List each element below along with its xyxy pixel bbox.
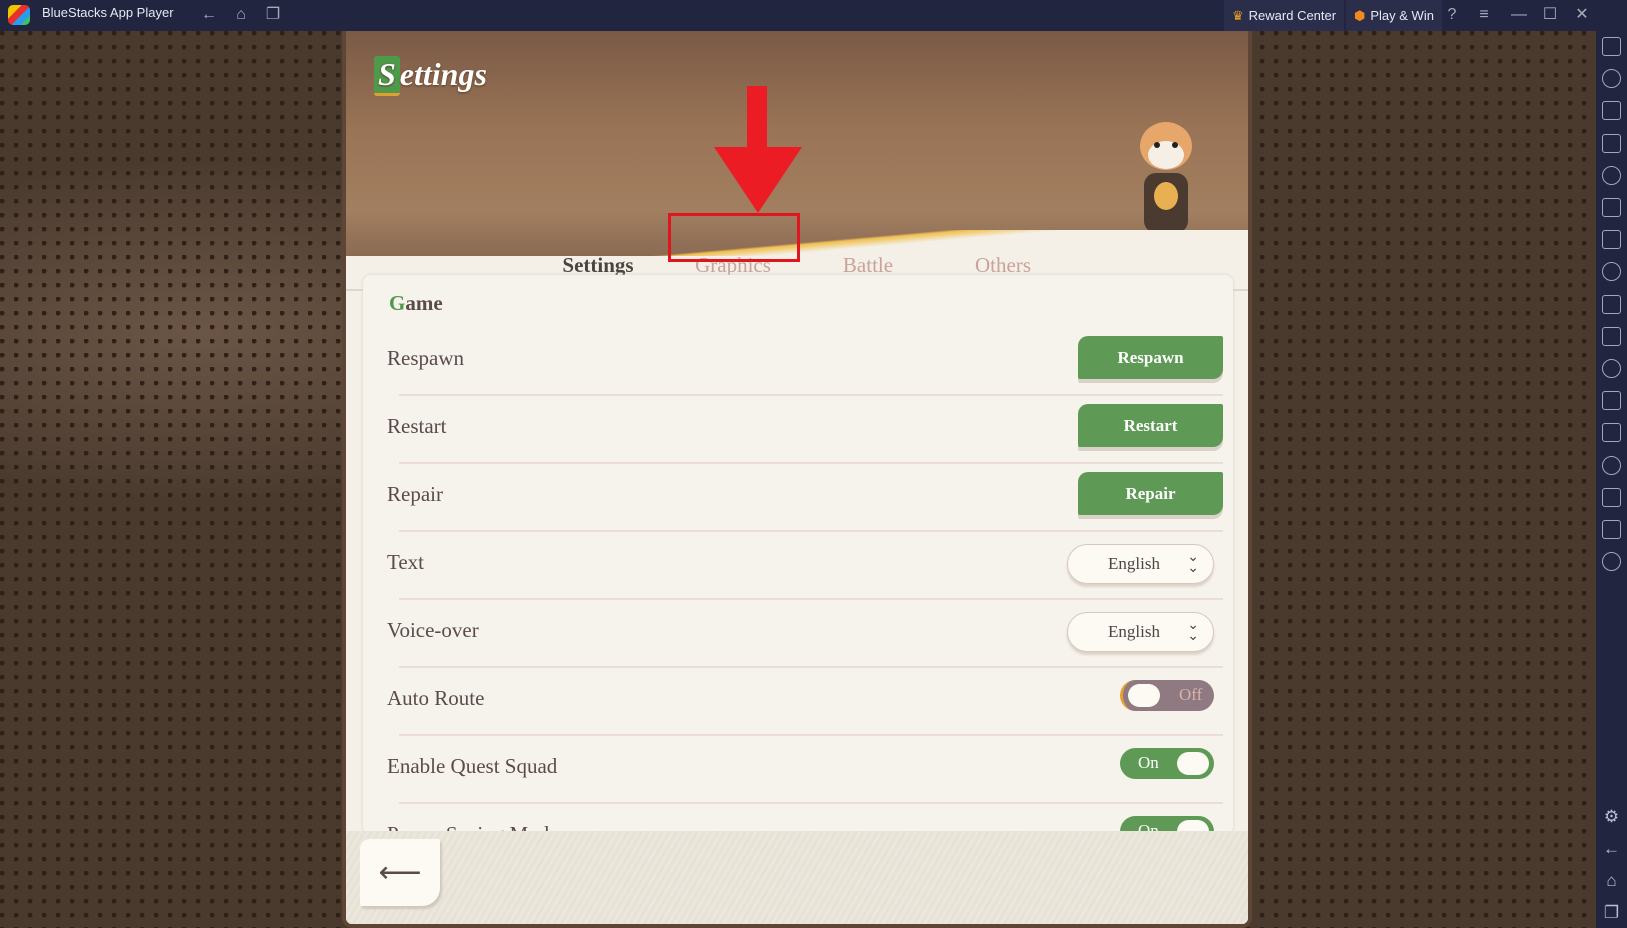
row-label: Text xyxy=(387,550,425,574)
screenshot-icon[interactable] xyxy=(1602,294,1621,314)
row-label: Respawn xyxy=(387,346,464,370)
settings-icon[interactable]: ⚙ xyxy=(1602,807,1621,826)
red-arrow-head-icon xyxy=(714,147,802,213)
recent-apps-icon[interactable]: ❐ xyxy=(1602,903,1621,922)
back-icon[interactable]: ← xyxy=(1602,839,1621,858)
media-folder-icon[interactable] xyxy=(1602,359,1621,378)
shake-icon[interactable] xyxy=(1602,455,1621,475)
macro-icon[interactable] xyxy=(1602,165,1621,185)
respawn-button[interactable]: Respawn xyxy=(1078,336,1223,379)
title-rest: ettings xyxy=(399,56,487,92)
row-label: Auto Route xyxy=(387,686,485,710)
setting-row-repair: Repair Repair xyxy=(363,464,1233,532)
setting-row-quest-squad: Enable Quest Squad On xyxy=(363,736,1233,804)
setting-row-auto-route: Auto Route Off xyxy=(363,668,1233,736)
play-win-button[interactable]: ⬢ Play & Win xyxy=(1346,0,1442,31)
rotate-sync-icon[interactable] xyxy=(1602,198,1621,217)
voice-over-dropdown[interactable]: English ⌄ ⌄ xyxy=(1067,612,1214,652)
double-chevron-down-icon: ⌄ ⌄ xyxy=(1187,550,1199,576)
section-first-letter: G xyxy=(389,291,406,315)
reward-center-button[interactable]: ♛ Reward Center xyxy=(1224,0,1345,31)
dropdown-value: English xyxy=(1108,622,1160,641)
dropdown-value: English xyxy=(1108,554,1160,573)
reward-center-label: Reward Center xyxy=(1248,8,1337,23)
text-language-dropdown[interactable]: English ⌄ ⌄ xyxy=(1067,544,1214,584)
record-icon[interactable] xyxy=(1602,326,1621,346)
multi-instance-icon[interactable] xyxy=(1602,423,1621,443)
pointer-icon[interactable] xyxy=(1602,101,1621,121)
game-settings-card: Game Respawn Respawn Restart Restart Repai… xyxy=(363,275,1233,835)
section-title: Game xyxy=(389,291,443,316)
bot-icon[interactable] xyxy=(1602,230,1621,250)
fullscreen-icon[interactable] xyxy=(1602,37,1621,56)
row-label: Enable Quest Squad xyxy=(387,754,558,778)
toggle-knob xyxy=(1177,752,1209,775)
location-icon[interactable] xyxy=(1602,487,1621,507)
settings-panel: Settings Settings Graphics Battle Others… xyxy=(342,31,1252,928)
app-title: BlueStacks App Player xyxy=(42,5,174,20)
double-chevron-down-icon: ⌄ ⌄ xyxy=(1187,618,1199,644)
close-icon[interactable]: ✕ xyxy=(1573,6,1591,24)
row-label: Repair xyxy=(387,482,443,506)
setting-row-restart: Restart Restart xyxy=(363,396,1233,464)
help-icon[interactable]: ? xyxy=(1443,6,1461,24)
volume-icon[interactable] xyxy=(1602,69,1621,89)
title-first-letter: S xyxy=(374,56,400,96)
bottom-bar: ⟵ xyxy=(346,831,1248,924)
keyboard-icon[interactable] xyxy=(1602,133,1621,153)
settings-title: Settings xyxy=(374,56,487,96)
home-icon[interactable]: ⌂ xyxy=(1602,871,1621,890)
home-icon[interactable]: ⌂ xyxy=(232,6,250,24)
menu-icon[interactable]: ≡ xyxy=(1475,6,1493,24)
title-bar: BlueStacks App Player ← ⌂ ❐ ♛ Reward Cent… xyxy=(0,0,1627,31)
hamster-mascot-icon xyxy=(1140,122,1192,233)
toggle-state: Off xyxy=(1179,685,1203,704)
back-arrow-icon: ⟵ xyxy=(378,856,422,889)
apk-install-icon[interactable] xyxy=(1602,262,1621,282)
restart-button[interactable]: Restart xyxy=(1078,404,1223,447)
quest-squad-toggle[interactable]: On xyxy=(1120,748,1214,779)
red-arrow-icon xyxy=(747,86,767,148)
play-win-label: Play & Win xyxy=(1370,8,1434,23)
toggle-state: On xyxy=(1138,753,1159,772)
row-label: Restart xyxy=(387,414,447,438)
layers-icon[interactable] xyxy=(1602,520,1621,539)
setting-row-voice-over: Voice-over English ⌄ ⌄ xyxy=(363,600,1233,668)
multi-window-icon[interactable]: ❐ xyxy=(264,6,282,24)
repair-button[interactable]: Repair xyxy=(1078,472,1223,515)
toggle-knob xyxy=(1128,684,1160,707)
crown-icon: ♛ xyxy=(1232,7,1244,23)
airplane-icon[interactable] xyxy=(1602,391,1621,411)
section-rest: ame xyxy=(405,291,443,315)
highlight-box xyxy=(668,213,800,262)
row-label: Voice-over xyxy=(387,618,479,642)
right-sidebar: ⚙ ← ⌂ ❐ xyxy=(1596,31,1627,928)
bluestacks-logo-icon xyxy=(8,5,30,25)
back-button[interactable]: ⟵ xyxy=(360,839,440,906)
back-icon[interactable]: ← xyxy=(200,6,218,24)
maximize-icon[interactable]: ☐ xyxy=(1541,6,1559,24)
setting-row-respawn: Respawn Respawn xyxy=(363,328,1233,396)
setting-row-text: Text English ⌄ ⌄ xyxy=(363,532,1233,600)
auto-route-toggle[interactable]: Off xyxy=(1120,680,1214,711)
minimize-icon[interactable]: — xyxy=(1510,6,1528,24)
star-badge-icon: ⬢ xyxy=(1354,7,1366,23)
eco-speed-icon[interactable] xyxy=(1602,552,1621,572)
